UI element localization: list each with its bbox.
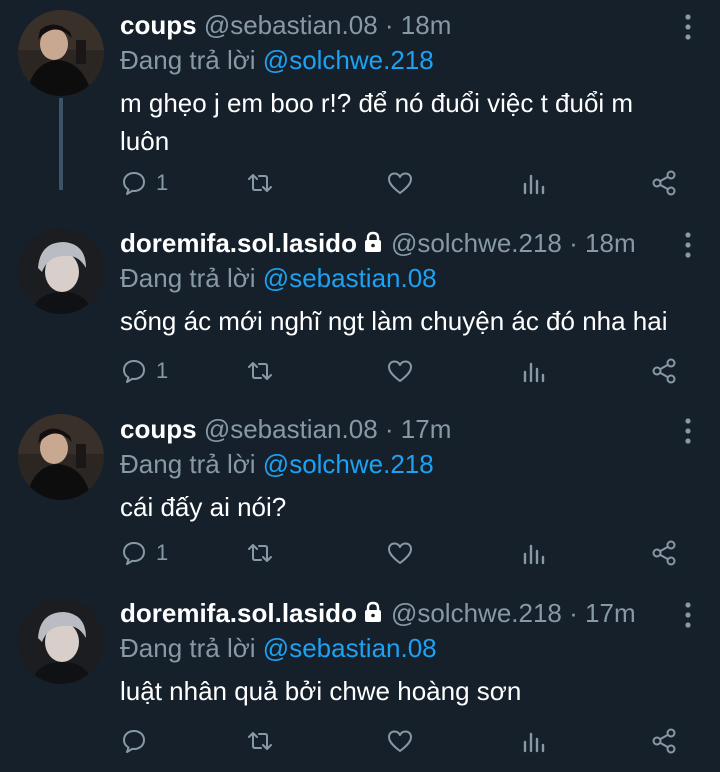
reply-icon — [123, 542, 145, 565]
tweet-actions — [120, 724, 680, 758]
retweet-icon — [248, 544, 272, 562]
heart-icon — [388, 360, 412, 382]
separator-dot: · — [384, 10, 394, 40]
share-button[interactable] — [650, 354, 678, 388]
tweet-text: sống ác mới nghĩ ngt làm chuyện ác đó nh… — [120, 306, 668, 336]
avatar[interactable] — [18, 414, 104, 500]
retweet-icon — [248, 174, 272, 192]
tweet-text: luật nhân quả bởi chwe hoàng sơn — [120, 676, 522, 706]
replying-to: Đang trả lời @sebastian.08 — [120, 632, 437, 664]
conversation-thread: coups @sebastian.08 · 18m Đang trả lời @… — [0, 0, 720, 772]
reply-button[interactable]: 1 — [120, 166, 168, 200]
user-handle[interactable]: @solchwe.218 — [391, 598, 562, 628]
reply-count: 1 — [156, 170, 169, 195]
separator-dot: · — [569, 598, 578, 628]
replying-to-label: Đang trả lời — [120, 263, 256, 293]
replying-to: Đang trả lời @solchwe.218 — [120, 44, 434, 76]
share-icon — [652, 728, 676, 754]
user-handle[interactable]: @solchwe.218 — [391, 228, 562, 258]
reply-count: 1 — [156, 540, 169, 565]
timestamp[interactable]: 18m — [585, 228, 636, 258]
mention-link[interactable]: @solchwe.218 — [263, 449, 434, 479]
reply-button[interactable]: 1 — [120, 536, 168, 570]
avatar[interactable] — [18, 598, 104, 684]
replying-to: Đang trả lời @solchwe.218 — [120, 448, 434, 480]
more-vertical-icon[interactable] — [684, 14, 692, 40]
display-name[interactable]: coups — [120, 10, 197, 40]
tweet-actions: 1 — [120, 166, 680, 200]
analytics-icon — [523, 544, 545, 565]
analytics-button[interactable] — [520, 536, 548, 570]
mention-link[interactable]: @solchwe.218 — [263, 45, 434, 75]
timestamp[interactable]: 18m — [401, 10, 452, 40]
share-button[interactable] — [650, 166, 678, 200]
more-vertical-icon[interactable] — [684, 418, 692, 444]
like-button[interactable] — [386, 724, 414, 758]
tweet-actions: 1 — [120, 536, 680, 570]
analytics-icon — [523, 362, 545, 383]
analytics-icon — [523, 174, 545, 195]
reply-button[interactable] — [120, 724, 156, 758]
user-handle[interactable]: @sebastian.08 — [204, 414, 378, 444]
timestamp[interactable]: 17m — [585, 598, 636, 628]
like-button[interactable] — [386, 166, 414, 200]
share-icon — [652, 170, 676, 196]
thread-line — [59, 98, 63, 190]
tweet[interactable]: coups @sebastian.08 · 17m Đang trả lời @… — [0, 404, 720, 576]
tweet-text: m ghẹo j em boo r!? để nó đuổi việc t đu… — [120, 88, 634, 156]
retweet-button[interactable] — [246, 166, 274, 200]
display-name[interactable]: coups — [120, 414, 197, 444]
replying-to-label: Đang trả lời — [120, 449, 256, 479]
reply-icon — [123, 730, 145, 753]
lock-icon — [364, 601, 381, 622]
tweet[interactable]: doremifa.sol.lasido @solchwe.218 · 18m Đa… — [0, 218, 720, 390]
mention-link[interactable]: @sebastian.08 — [263, 633, 437, 663]
more-vertical-icon[interactable] — [684, 232, 692, 258]
heart-icon — [388, 730, 412, 752]
replying-to-label: Đang trả lời — [120, 633, 256, 663]
reply-icon — [123, 360, 145, 383]
heart-icon — [388, 172, 412, 194]
analytics-button[interactable] — [520, 724, 548, 758]
tweet-header: coups @sebastian.08 · 18m — [120, 8, 660, 42]
share-icon — [652, 358, 676, 384]
avatar[interactable] — [18, 228, 104, 314]
retweet-button[interactable] — [246, 354, 274, 388]
replying-to-label: Đang trả lời — [120, 45, 256, 75]
like-button[interactable] — [386, 354, 414, 388]
tweet-text: cái đấy ai nói? — [120, 492, 287, 522]
more-vertical-icon[interactable] — [684, 602, 692, 628]
display-name[interactable]: doremifa.sol.lasido — [120, 598, 357, 628]
share-icon — [652, 540, 676, 566]
retweet-icon — [248, 732, 272, 750]
display-name[interactable]: doremifa.sol.lasido — [120, 228, 357, 258]
reply-icon — [123, 172, 145, 195]
retweet-icon — [248, 362, 272, 380]
share-button[interactable] — [650, 536, 678, 570]
tweet-header: coups @sebastian.08 · 17m — [120, 412, 660, 446]
reply-button[interactable]: 1 — [120, 354, 168, 388]
tweet-actions: 1 — [120, 354, 680, 388]
tweet-header: doremifa.sol.lasido @solchwe.218 · 18m — [120, 226, 660, 260]
timestamp[interactable]: 17m — [401, 414, 452, 444]
analytics-button[interactable] — [520, 354, 548, 388]
separator-dot: · — [569, 228, 578, 258]
tweet[interactable]: doremifa.sol.lasido @solchwe.218 · 17m Đa… — [0, 588, 720, 772]
tweet-header: doremifa.sol.lasido @solchwe.218 · 17m — [120, 596, 660, 630]
replying-to: Đang trả lời @sebastian.08 — [120, 262, 437, 294]
lock-icon — [364, 231, 381, 252]
like-button[interactable] — [386, 536, 414, 570]
tweet[interactable]: coups @sebastian.08 · 18m Đang trả lời @… — [0, 0, 720, 196]
heart-icon — [388, 542, 412, 564]
share-button[interactable] — [650, 724, 678, 758]
user-handle[interactable]: @sebastian.08 — [204, 10, 378, 40]
analytics-button[interactable] — [520, 166, 548, 200]
reply-count: 1 — [156, 358, 169, 383]
separator-dot: · — [384, 414, 394, 444]
retweet-button[interactable] — [246, 724, 274, 758]
analytics-icon — [523, 732, 545, 753]
avatar[interactable] — [18, 10, 104, 96]
retweet-button[interactable] — [246, 536, 274, 570]
mention-link[interactable]: @sebastian.08 — [263, 263, 437, 293]
